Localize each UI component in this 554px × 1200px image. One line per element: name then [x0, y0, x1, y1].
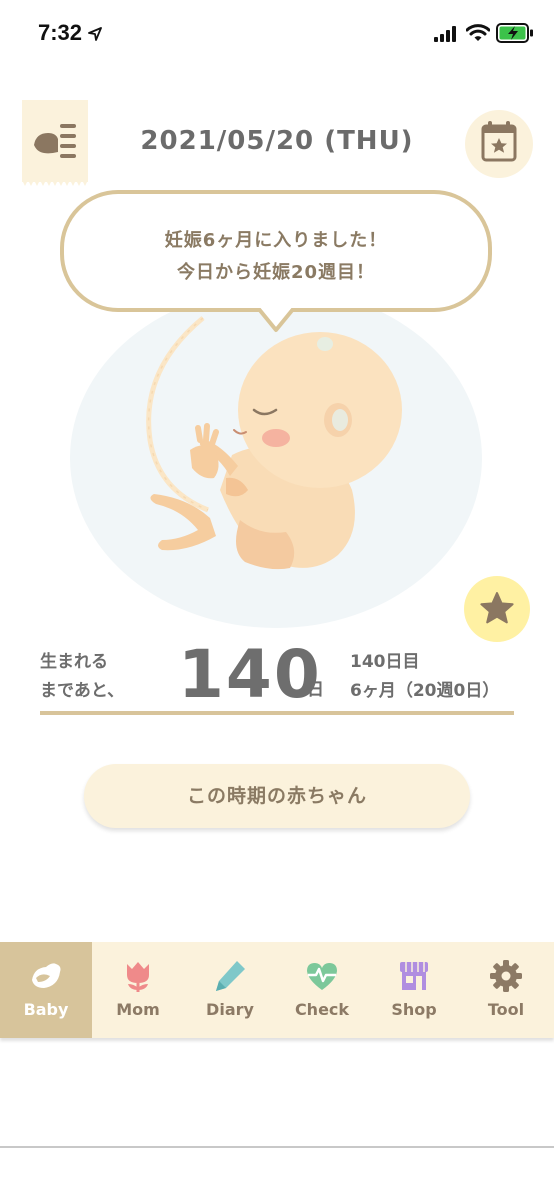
- tab-label-baby: Baby: [23, 1000, 69, 1019]
- status-bar: 7:32: [0, 0, 554, 68]
- tab-label-check: Check: [294, 1000, 350, 1019]
- message-bubble: 妊娠6ヶ月に入りました！ 今日から妊娠20週目！: [60, 190, 492, 312]
- app-screen: 7:32 2021/05/20 (THU) 妊娠6ヶ月に入りました！ 今日から妊…: [0, 0, 554, 1200]
- tab-tool[interactable]: Tool: [460, 942, 552, 1038]
- menu-list-icon: [34, 124, 76, 158]
- tab-label-shop: Shop: [391, 1000, 437, 1019]
- pregnancy-month-week: 6ヶ月（20週0日）: [350, 681, 500, 701]
- cellular-signal-icon: [434, 26, 456, 42]
- bottom-tab-bar: Baby Mom Diary Check Shop Tool: [0, 942, 554, 1038]
- star-icon: [480, 592, 514, 624]
- countdown-label-line2: まであと、: [40, 681, 125, 701]
- current-date-title: 2021/05/20 (THU): [140, 126, 414, 156]
- countdown-label-line1: 生まれる: [40, 652, 108, 672]
- tulip-icon: [127, 962, 149, 992]
- tab-shop[interactable]: Shop: [368, 942, 460, 1038]
- tab-label-tool: Tool: [487, 1000, 525, 1019]
- battery-charging-icon: [496, 23, 533, 43]
- tab-mom[interactable]: Mom: [92, 942, 184, 1038]
- pencil-icon: [216, 961, 245, 991]
- store-icon: [400, 962, 428, 990]
- countdown-divider: [40, 711, 514, 715]
- gear-icon: [490, 960, 522, 992]
- calendar-button[interactable]: [465, 110, 533, 178]
- heart-pulse-icon: [307, 963, 337, 990]
- days-unit: 日: [307, 680, 324, 700]
- favorite-star-button[interactable]: [464, 576, 530, 642]
- tab-label-mom: Mom: [116, 1000, 160, 1019]
- tab-baby[interactable]: Baby: [0, 942, 92, 1038]
- tab-check[interactable]: Check: [276, 942, 368, 1038]
- bottom-divider: [0, 1146, 554, 1148]
- bubble-message-line2: 今日から妊娠20週目！: [176, 262, 376, 283]
- location-arrow-icon: [88, 27, 102, 41]
- bird-icon: [32, 963, 61, 988]
- tab-label-diary: Diary: [206, 1000, 254, 1019]
- calendar-star-icon: [481, 121, 517, 162]
- wifi-icon: [466, 24, 490, 41]
- status-time: 7:32: [38, 20, 83, 45]
- fetus-illustration: [70, 300, 482, 628]
- ticket-edge-decoration: [22, 180, 88, 186]
- tab-diary[interactable]: Diary: [184, 942, 276, 1038]
- this-period-baby-button[interactable]: この時期の赤ちゃん: [84, 764, 470, 828]
- days-remaining-number: 140: [178, 636, 322, 713]
- bubble-tail: [258, 308, 296, 332]
- bubble-message-line1: 妊娠6ヶ月に入りました！: [164, 230, 388, 251]
- side-menu-button[interactable]: [22, 100, 88, 186]
- pregnancy-day-count: 140日目: [350, 652, 420, 672]
